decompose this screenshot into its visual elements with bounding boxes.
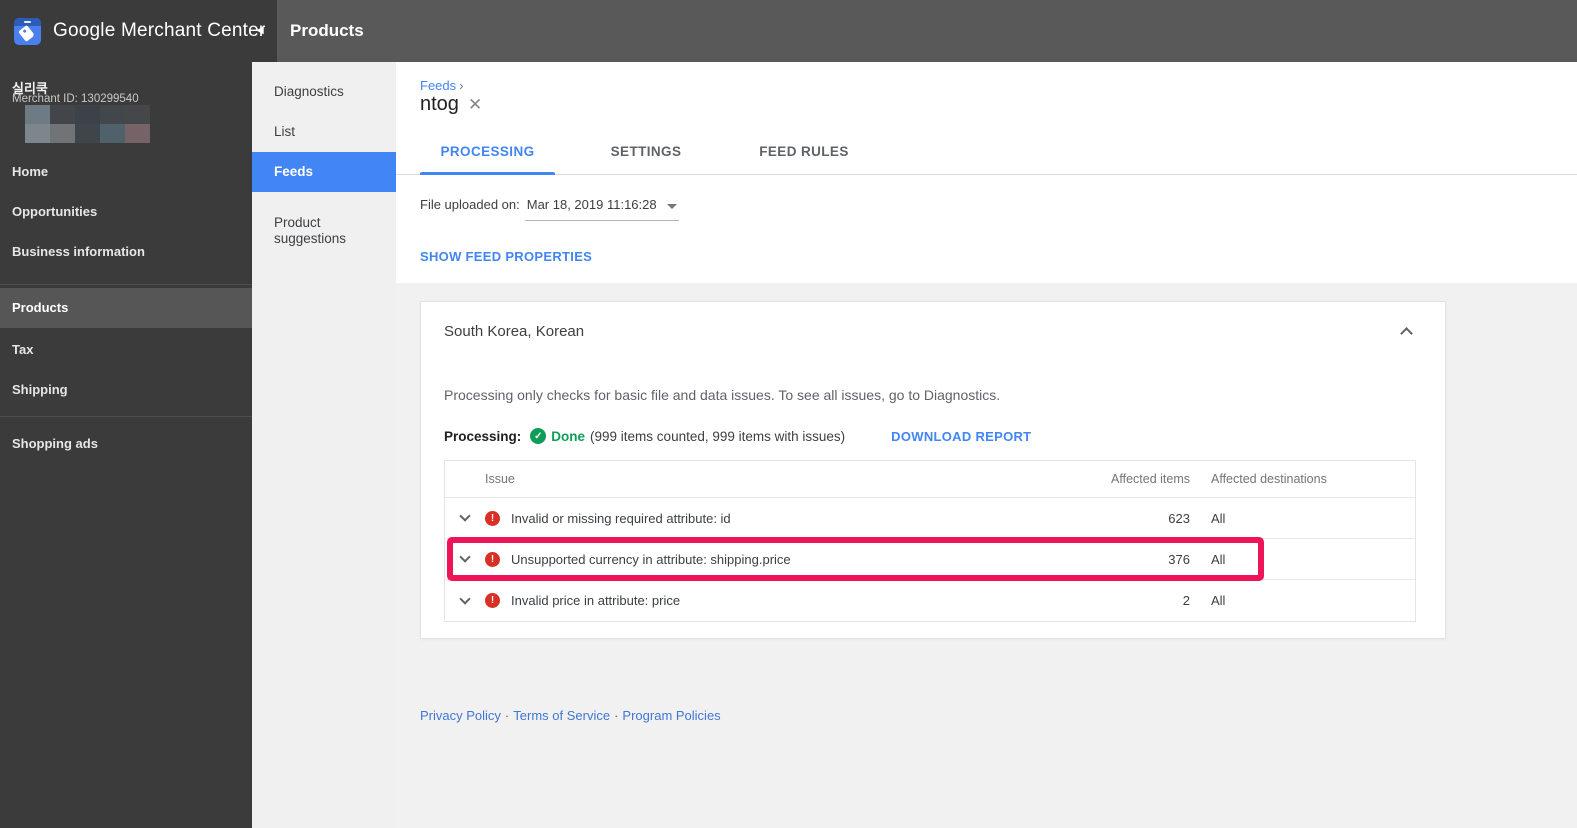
page-title: Products bbox=[290, 21, 364, 40]
footer-separator: · bbox=[614, 708, 619, 723]
file-upload-label: File uploaded on: bbox=[420, 197, 520, 212]
affected-destinations-value: All bbox=[1211, 551, 1226, 567]
affected-items-value: 623 bbox=[1168, 510, 1190, 526]
expand-chevron-icon[interactable] bbox=[459, 592, 471, 605]
redacted-account-image bbox=[25, 105, 150, 143]
status-detail: (999 items counted, 999 items with issue… bbox=[590, 428, 846, 444]
upload-date-value: Mar 18, 2019 11:16:28 bbox=[526, 197, 657, 212]
subnav-item-diagnostics[interactable]: Diagnostics bbox=[252, 72, 396, 112]
top-app-bar: Google Merchant Center ◀ Products bbox=[0, 0, 1577, 62]
brand-area: Google Merchant Center bbox=[0, 0, 277, 62]
error-icon: ! bbox=[485, 593, 500, 608]
sidebar-item-opportunities[interactable]: Opportunities bbox=[0, 192, 252, 232]
breadcrumb-separator: › bbox=[459, 78, 464, 93]
dropdown-caret-icon bbox=[666, 203, 677, 209]
upload-date-dropdown[interactable]: Mar 18, 2019 11:16:28 bbox=[524, 197, 679, 221]
download-report-link[interactable]: DOWNLOAD REPORT bbox=[891, 429, 1031, 444]
primary-sidebar: 실리쿡 Merchant ID: 130299540 Home Opportun… bbox=[0, 62, 252, 828]
main-content: Feeds › ntog ✕ PROCESSING SETTINGS FEED R… bbox=[396, 62, 1577, 828]
breadcrumb-feeds-link[interactable]: Feeds bbox=[420, 78, 456, 93]
subnav-item-feeds[interactable]: Feeds bbox=[252, 152, 396, 192]
sidebar-divider bbox=[0, 416, 252, 417]
error-icon: ! bbox=[485, 551, 500, 567]
feed-title-row: ntog ✕ bbox=[420, 93, 482, 116]
brand-name: Google Merchant Center bbox=[53, 20, 266, 41]
sidebar-item-business-information[interactable]: Business information bbox=[0, 232, 252, 272]
sidebar-item-shopping-ads[interactable]: Shopping ads bbox=[0, 424, 252, 464]
status-value: Done bbox=[551, 428, 586, 444]
table-row[interactable]: ! Invalid price in attribute: price 2 Al… bbox=[445, 580, 1415, 621]
error-icon: ! bbox=[485, 510, 500, 526]
affected-destinations-value: All bbox=[1211, 510, 1226, 526]
privacy-policy-link[interactable]: Privacy Policy bbox=[420, 708, 501, 723]
expand-chevron-icon[interactable] bbox=[459, 551, 471, 563]
sidebar-item-shipping[interactable]: Shipping bbox=[0, 370, 252, 410]
subnav-item-product-suggestions[interactable]: Product suggestions bbox=[252, 202, 396, 247]
merchant-center-logo-icon bbox=[14, 17, 41, 45]
merchant-id: Merchant ID: 130299540 bbox=[12, 93, 139, 105]
affected-items-value: 2 bbox=[1182, 593, 1190, 608]
processing-note: Processing only checks for basic file an… bbox=[444, 387, 1001, 403]
tab-feed-rules[interactable]: FEED RULES bbox=[734, 128, 874, 175]
subnav-item-list[interactable]: List bbox=[252, 112, 396, 152]
feed-tabs: PROCESSING SETTINGS FEED RULES bbox=[396, 128, 1577, 175]
footer-separator: · bbox=[504, 708, 510, 723]
program-policies-link[interactable]: Program Policies bbox=[622, 708, 720, 723]
issues-table-header: Issue Affected items Affected destinatio… bbox=[445, 461, 1415, 498]
close-icon[interactable]: ✕ bbox=[468, 95, 482, 115]
tab-processing[interactable]: PROCESSING bbox=[420, 128, 555, 175]
processing-status-row: Processing: ✓ Done (999 items counted, 9… bbox=[444, 428, 1031, 444]
affected-items-value: 376 bbox=[1168, 551, 1190, 567]
table-row[interactable]: ! Invalid or missing required attribute:… bbox=[445, 498, 1415, 539]
status-label: Processing: bbox=[444, 428, 522, 444]
price-tag-icon bbox=[18, 24, 35, 42]
sidebar-divider bbox=[0, 284, 252, 285]
column-issue: Issue bbox=[485, 472, 515, 486]
column-affected-destinations: Affected destinations bbox=[1211, 472, 1327, 486]
feed-name: ntog bbox=[420, 93, 459, 115]
sidebar-collapse-icon[interactable]: ◀ bbox=[256, 25, 264, 36]
issues-table: Issue Affected items Affected destinatio… bbox=[444, 460, 1416, 622]
card-title: South Korea, Korean bbox=[444, 323, 585, 340]
issue-text: Invalid price in attribute: price bbox=[511, 593, 681, 608]
breadcrumb: Feeds › bbox=[420, 78, 463, 93]
success-check-icon: ✓ bbox=[530, 428, 547, 444]
issue-text: Unsupported currency in attribute: shipp… bbox=[511, 551, 791, 567]
sidebar-item-tax[interactable]: Tax bbox=[0, 330, 252, 370]
products-subnav: Diagnostics List Feeds Product suggestio… bbox=[252, 62, 396, 828]
processing-card: South Korea, Korean Processing only chec… bbox=[420, 301, 1446, 639]
logo-dash bbox=[24, 20, 31, 23]
show-feed-properties-link[interactable]: SHOW FEED PROPERTIES bbox=[420, 249, 592, 264]
affected-destinations-value: All bbox=[1211, 593, 1226, 608]
file-upload-row: File uploaded on: Mar 18, 2019 11:16:28 bbox=[420, 197, 679, 221]
sidebar-item-products[interactable]: Products bbox=[0, 288, 252, 328]
issue-text: Invalid or missing required attribute: i… bbox=[511, 510, 731, 526]
column-affected-items: Affected items bbox=[1111, 472, 1190, 486]
footer-links: Privacy Policy · Terms of Service · Program … bbox=[420, 708, 721, 723]
collapse-chevron-icon[interactable] bbox=[1400, 327, 1413, 340]
tab-settings[interactable]: SETTINGS bbox=[581, 128, 711, 175]
merchant-center-screen: Google Merchant Center ◀ Products 실리쿡 Me… bbox=[0, 0, 1577, 828]
table-row-highlighted[interactable]: ! Unsupported currency in attribute: shi… bbox=[445, 539, 1415, 580]
expand-chevron-icon[interactable] bbox=[459, 510, 471, 522]
terms-of-service-link[interactable]: Terms of Service bbox=[513, 708, 610, 723]
sidebar-item-home[interactable]: Home bbox=[0, 152, 252, 192]
